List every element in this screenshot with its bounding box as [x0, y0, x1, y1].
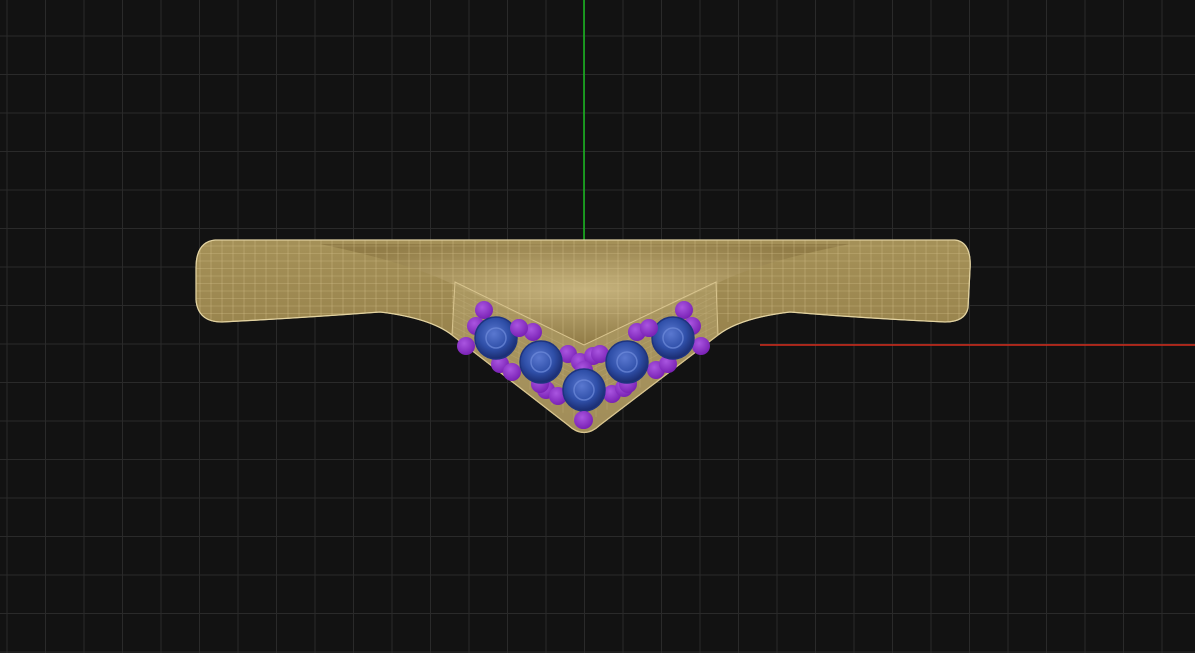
accent-stone[interactable]: [692, 337, 710, 355]
3d-viewport[interactable]: [0, 0, 1195, 653]
accent-stone[interactable]: [503, 363, 521, 381]
viewport-canvas[interactable]: [0, 0, 1195, 653]
accent-stone[interactable]: [640, 319, 658, 337]
accent-stone[interactable]: [575, 411, 593, 429]
main-stone[interactable]: [651, 316, 695, 360]
main-stone[interactable]: [605, 340, 649, 384]
accent-stone[interactable]: [510, 319, 528, 337]
main-stone[interactable]: [474, 316, 518, 360]
accent-stone[interactable]: [457, 337, 475, 355]
main-stone[interactable]: [519, 340, 563, 384]
accent-stone[interactable]: [675, 301, 693, 319]
accent-stone[interactable]: [475, 301, 493, 319]
main-stone[interactable]: [562, 368, 606, 412]
